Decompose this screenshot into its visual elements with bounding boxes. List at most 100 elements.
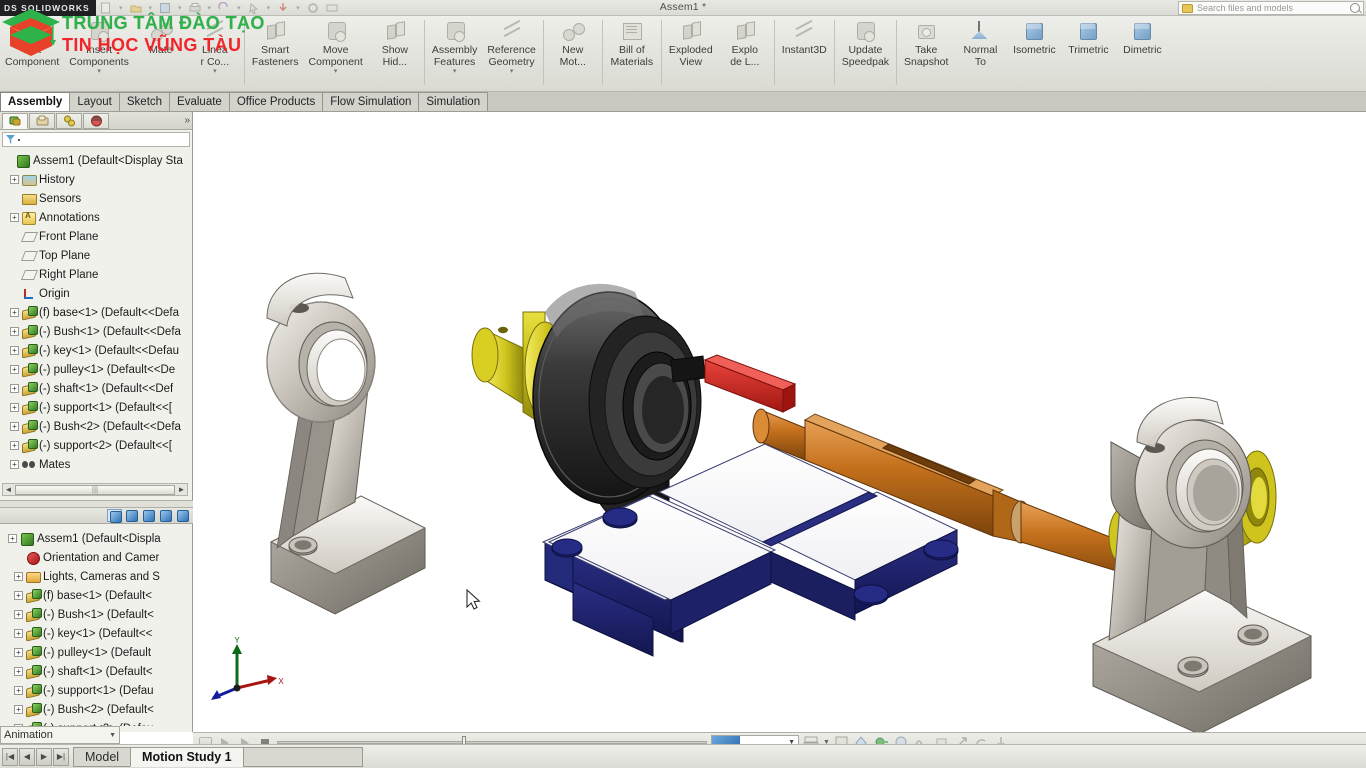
- expand-toggle-icon[interactable]: +: [14, 667, 23, 676]
- trimetric-view-button[interactable]: Trimetric: [1061, 16, 1115, 91]
- command-manager-tabs[interactable]: Assembly Layout Sketch Evaluate Office P…: [0, 92, 1366, 112]
- chevron-down-icon[interactable]: ▼: [109, 732, 116, 739]
- update-speedpak-button[interactable]: Update Speedpak: [837, 16, 894, 91]
- expand-toggle-icon[interactable]: +: [14, 629, 23, 638]
- take-snapshot-button[interactable]: Take Snapshot: [899, 16, 953, 91]
- dimetric-view-button[interactable]: Dimetric: [1115, 16, 1169, 91]
- filter-all-icon[interactable]: [107, 509, 122, 523]
- search-files-and-models[interactable]: Search files and models: [1178, 1, 1364, 15]
- prev-tab-button[interactable]: ◀: [19, 747, 35, 766]
- chevron-down-icon[interactable]: ▾: [510, 68, 514, 75]
- scrollbar-thumb[interactable]: |||: [15, 484, 175, 495]
- tree-filter-input[interactable]: [2, 132, 190, 147]
- document-tab-bar[interactable]: |◀ ◀ ▶ ▶| Model Motion Study 1: [0, 744, 1366, 768]
- filter-results-icon[interactable]: [175, 509, 190, 522]
- tree-item[interactable]: Top Plane: [2, 246, 192, 265]
- expand-toggle-icon[interactable]: +: [10, 460, 19, 469]
- instant3d-button[interactable]: Instant3D: [777, 16, 832, 91]
- new-motion-study-button[interactable]: New Mot...: [546, 16, 600, 91]
- panel-splitter[interactable]: [0, 500, 193, 508]
- tree-item[interactable]: Right Plane: [2, 265, 192, 284]
- last-tab-button[interactable]: ▶|: [53, 747, 69, 766]
- graphics-viewport[interactable]: ▾ ▾ ▾ ▾ ▾: [193, 112, 1366, 732]
- show-hidden-components-button[interactable]: Show Hid...: [368, 16, 422, 91]
- search-icon[interactable]: [1350, 3, 1360, 13]
- tree-item[interactable]: + (-) pulley<1> (Default: [6, 643, 193, 662]
- filter-selected-icon[interactable]: [158, 509, 173, 522]
- tree-item[interactable]: + (-) support<1> (Default<<[: [2, 398, 192, 417]
- feature-manager-tab-row[interactable]: »: [0, 112, 192, 130]
- edit-component-button[interactable]: Edit Component: [0, 16, 64, 91]
- expand-toggle-icon[interactable]: +: [10, 384, 19, 393]
- move-component-button[interactable]: Move Component ▾: [304, 16, 368, 91]
- tree-item[interactable]: + (-) support<2> (Default<<[: [2, 436, 192, 455]
- tree-item[interactable]: Orientation and Camer: [6, 548, 193, 567]
- display-manager-tab[interactable]: [83, 112, 109, 129]
- tab-nav-buttons[interactable]: |◀ ◀ ▶ ▶|: [2, 747, 69, 766]
- insert-components-button[interactable]: Insert Components ▾: [64, 16, 134, 91]
- expand-toggle-icon[interactable]: +: [14, 705, 23, 714]
- tab-motion-study-1[interactable]: Motion Study 1: [130, 746, 244, 767]
- tab-evaluate[interactable]: Evaluate: [169, 92, 230, 111]
- expand-toggle-icon[interactable]: +: [10, 365, 19, 374]
- assembly-features-button[interactable]: Assembly Features ▾: [427, 16, 483, 91]
- chevron-down-icon[interactable]: ▾: [97, 68, 101, 75]
- key[interactable]: [703, 354, 797, 413]
- tab-office-products[interactable]: Office Products: [228, 92, 324, 111]
- filter-caret-icon[interactable]: [18, 138, 20, 141]
- configuration-manager-tab[interactable]: [56, 112, 82, 129]
- property-manager-tab[interactable]: [29, 112, 55, 129]
- tree-item[interactable]: + (-) pulley<1> (Default<<De: [2, 360, 192, 379]
- tree-item[interactable]: + (-) shaft<1> (Default<: [6, 662, 193, 681]
- tree-item[interactable]: + (-) support<1> (Defau: [6, 681, 193, 700]
- next-tab-button[interactable]: ▶: [36, 747, 52, 766]
- expand-toggle-icon[interactable]: +: [10, 175, 19, 184]
- expand-toggle-icon[interactable]: +: [10, 346, 19, 355]
- filter-animated-icon[interactable]: [124, 509, 139, 522]
- expand-toggle-icon[interactable]: +: [8, 534, 17, 543]
- tab-model[interactable]: Model: [73, 746, 132, 767]
- ribbon-toolbar[interactable]: Edit Component Insert Components ▾ Mate …: [0, 16, 1366, 92]
- tree-item[interactable]: + (-) key<1> (Default<<: [6, 624, 193, 643]
- expand-toggle-icon[interactable]: +: [14, 648, 23, 657]
- scroll-right-arrow-icon[interactable]: ►: [176, 485, 187, 494]
- expand-toggle-icon[interactable]: +: [10, 441, 19, 450]
- tree-item[interactable]: + (-) key<1> (Default<<Defau: [2, 341, 192, 360]
- feature-manager-tree-tab[interactable]: [2, 112, 28, 129]
- expand-toggle-icon[interactable]: +: [10, 213, 19, 222]
- expand-toggle-icon[interactable]: +: [10, 308, 19, 317]
- expand-toggle-icon[interactable]: +: [14, 591, 23, 600]
- chevron-down-icon[interactable]: ▾: [453, 68, 457, 75]
- tree-item[interactable]: Origin: [2, 284, 192, 303]
- exploded-assembly-model[interactable]: Y X: [193, 112, 1366, 732]
- tree-item[interactable]: Assem1 (Default<Display Sta: [2, 151, 192, 170]
- tab-simulation[interactable]: Simulation: [418, 92, 489, 111]
- support-bracket-left[interactable]: [266, 272, 427, 615]
- tree-item[interactable]: + (-) Bush<2> (Default<<Defa: [2, 417, 192, 436]
- tree-item[interactable]: Front Plane: [2, 227, 192, 246]
- exploded-view-button[interactable]: Exploded View: [664, 16, 718, 91]
- tree-item[interactable]: + (-) Bush<2> (Default<: [6, 700, 193, 719]
- expand-toggle-icon[interactable]: +: [10, 327, 19, 336]
- first-tab-button[interactable]: |◀: [2, 747, 18, 766]
- chevron-down-icon[interactable]: ▾: [213, 68, 217, 75]
- isometric-view-button[interactable]: Isometric: [1007, 16, 1061, 91]
- normal-to-button[interactable]: Normal To: [953, 16, 1007, 91]
- filter-drivers-icon[interactable]: [141, 509, 156, 522]
- tree-item[interactable]: + (f) base<1> (Default<<Defa: [2, 303, 192, 322]
- tab-layout[interactable]: Layout: [69, 92, 120, 111]
- tree-item[interactable]: + Mates: [2, 455, 192, 474]
- motion-tree-toolbar[interactable]: [0, 508, 193, 524]
- bill-of-materials-button[interactable]: Bill of Materials: [605, 16, 659, 91]
- linear-component-pattern-button[interactable]: Linea r Co... ▾: [188, 16, 242, 91]
- reference-geometry-button[interactable]: Reference Geometry ▾: [482, 16, 540, 91]
- expand-panel-chevron-icon[interactable]: »: [184, 115, 189, 126]
- tree-item[interactable]: + (-) shaft<1> (Default<<Def: [2, 379, 192, 398]
- feature-tree-hscrollbar[interactable]: ◄ ||| ►: [2, 483, 188, 496]
- tab-flow-simulation[interactable]: Flow Simulation: [322, 92, 420, 111]
- tree-item[interactable]: + Annotations: [2, 208, 192, 227]
- scroll-left-arrow-icon[interactable]: ◄: [3, 485, 14, 494]
- tree-item[interactable]: + Lights, Cameras and S: [6, 567, 193, 586]
- smart-fasteners-button[interactable]: Smart Fasteners: [247, 16, 304, 91]
- support-bracket-right[interactable]: [1091, 397, 1313, 732]
